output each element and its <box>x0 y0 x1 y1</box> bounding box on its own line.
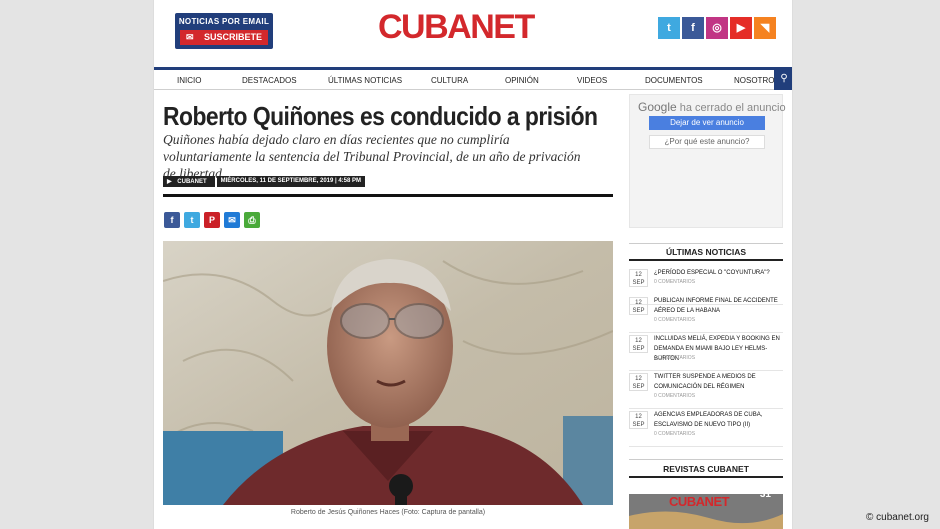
social-links: t f ◎ ▶ ◥ <box>658 17 776 39</box>
news-comments[interactable]: 0 COMENTARIOS <box>654 317 695 323</box>
news-date-badge: 12 SEP <box>629 373 648 391</box>
list-item[interactable]: 12 SEP AGENCIAS EMPLEADORAS DE CUBA, ESCL… <box>629 409 783 447</box>
news-month: SEP <box>632 280 645 286</box>
share-email-icon[interactable]: ✉ <box>224 212 240 228</box>
news-date-badge: 12 SEP <box>629 335 648 353</box>
search-icon[interactable]: ⚲ <box>774 67 792 90</box>
share-pinterest-icon[interactable]: P <box>204 212 220 228</box>
news-month: SEP <box>632 422 645 428</box>
photo-caption: Roberto de Jesús Quiñones Haces (Foto: C… <box>290 509 486 516</box>
nav-item-inicio[interactable]: INICIO <box>177 76 201 85</box>
news-title[interactable]: TWITTER SUSPENDE A MEDIOS DE COMUNICACIÓ… <box>654 372 782 392</box>
latest-news-title: ÚLTIMAS NOTICIAS <box>629 247 783 261</box>
site-logo[interactable]: CUBANET <box>378 8 535 47</box>
facebook-icon[interactable]: f <box>682 17 704 39</box>
nav-item-videos[interactable]: VIDEOS <box>577 76 607 85</box>
news-month: SEP <box>632 308 645 314</box>
news-comments[interactable]: 0 COMENTARIOS <box>654 279 695 285</box>
magazine-logo: CUBANET <box>669 494 730 509</box>
youtube-icon[interactable]: ▶ <box>730 17 752 39</box>
list-item[interactable]: 12 SEP PUBLICAN INFORME FINAL DE ACCIDENT… <box>629 295 783 333</box>
newsletter-subscribe-button[interactable]: NOTICIAS POR EMAIL ✉ SUSCRIBETE <box>175 13 273 49</box>
article-date: MIÉRCOLES, 11 DE SEPTIEMBRE, 2019 | 4:58… <box>216 176 366 187</box>
instagram-icon[interactable]: ◎ <box>706 17 728 39</box>
nav-item-ultimas-noticias[interactable]: ÚLTIMAS NOTICIAS <box>328 76 402 85</box>
title-divider <box>163 194 613 197</box>
envelope-icon: ✉ <box>186 32 194 42</box>
news-comments[interactable]: 0 COMENTARIOS <box>654 355 695 361</box>
article-photo <box>163 241 613 505</box>
portrait-image <box>163 241 613 505</box>
author-name: CUBANET <box>173 177 211 187</box>
nav-item-cultura[interactable]: CULTURA <box>431 76 468 85</box>
share-print-icon[interactable]: ⎙ <box>244 212 260 228</box>
article-title: Roberto Quiñones es conducido a prisión <box>163 101 598 131</box>
article-meta: ▶ CUBANET MIÉRCOLES, 11 DE SEPTIEMBRE, 2… <box>163 176 366 187</box>
subscribe-label: SUSCRIBETE <box>204 32 263 42</box>
share-twitter-icon[interactable]: t <box>184 212 200 228</box>
news-comments[interactable]: 0 COMENTARIOS <box>654 393 695 399</box>
article-subtitle: Quiñones había dejado claro en días reci… <box>163 132 581 181</box>
news-date-badge: 12 SEP <box>629 411 648 429</box>
google-ad-placeholder: Google ha cerrado el anuncio Dejar de ve… <box>629 94 786 228</box>
news-day: 12 <box>635 414 642 420</box>
twitter-icon[interactable]: t <box>658 17 680 39</box>
newsletter-label: NOTICIAS POR EMAIL <box>178 17 270 26</box>
list-item[interactable]: 12 SEP TWITTER SUSPENDE A MEDIOS DE COMUN… <box>629 371 783 409</box>
logo-text: CUBANET <box>378 8 535 46</box>
news-title[interactable]: PUBLICAN INFORME FINAL DE ACCIDENTE AÉRE… <box>654 296 782 316</box>
rss-icon[interactable]: ◥ <box>754 17 776 39</box>
share-facebook-icon[interactable]: f <box>164 212 180 228</box>
share-buttons: f t P ✉ ⎙ <box>164 212 260 228</box>
news-month: SEP <box>632 346 645 352</box>
ad-closed-notice: Google ha cerrado el anuncio <box>638 100 786 114</box>
author-badge[interactable]: ▶ CUBANET <box>163 176 215 187</box>
news-month: SEP <box>632 384 645 390</box>
magazine-issue-number: 31 <box>759 489 771 500</box>
magazine-cover[interactable]: CUBANET 31 <box>629 486 783 529</box>
main-navigation: INICIO DESTACADOS ÚLTIMAS NOTICIAS CULTU… <box>154 67 792 90</box>
google-logo: Google <box>638 100 677 114</box>
news-date-badge: 12 SEP <box>629 297 648 315</box>
news-day: 12 <box>635 272 642 278</box>
sidebar-divider <box>629 243 783 244</box>
nav-item-documentos[interactable]: DOCUMENTOS <box>645 76 703 85</box>
magazines-title: REVISTAS CUBANET <box>629 464 783 478</box>
news-day: 12 <box>635 376 642 382</box>
news-comments[interactable]: 0 COMENTARIOS <box>654 431 695 437</box>
subscribe-label-bar: ✉ SUSCRIBETE <box>180 30 268 45</box>
stop-seeing-ad-button[interactable]: Dejar de ver anuncio <box>649 116 765 130</box>
why-this-ad-button[interactable]: ¿Por qué este anuncio? <box>649 135 765 149</box>
list-item[interactable]: 12 SEP INCLUIDAS MELIÁ, EXPEDIA Y BOOKING… <box>629 333 783 371</box>
nav-item-opinion[interactable]: OPINIÓN <box>505 76 539 85</box>
news-day: 12 <box>635 300 642 306</box>
sidebar-divider <box>629 459 783 460</box>
news-date-badge: 12 SEP <box>629 269 648 287</box>
nav-item-destacados[interactable]: DESTACADOS <box>242 76 297 85</box>
news-title[interactable]: ¿PERÍODO ESPECIAL O "COYUNTURA"? <box>654 268 782 278</box>
page: NOTICIAS POR EMAIL ✉ SUSCRIBETE CUBANET … <box>153 0 793 529</box>
nav-item-nosotros[interactable]: NOSOTROS <box>734 76 780 85</box>
watermark: © cubanet.org <box>866 512 929 523</box>
news-title[interactable]: AGENCIAS EMPLEADORAS DE CUBA, ESCLAVISMO… <box>654 410 782 430</box>
news-day: 12 <box>635 338 642 344</box>
ad-closed-text: ha cerrado el anuncio <box>679 102 786 114</box>
